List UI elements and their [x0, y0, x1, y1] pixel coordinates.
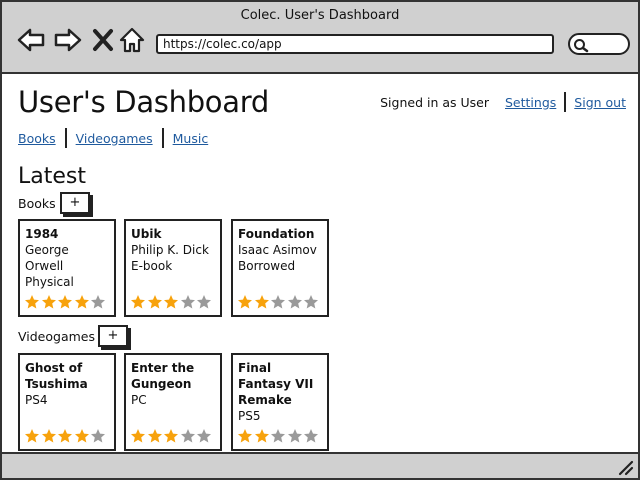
category-tabs: Books Videogames Music: [18, 128, 208, 148]
browser-search-field[interactable]: [568, 33, 630, 55]
star-rating: [24, 294, 107, 310]
star-empty-icon: [91, 295, 105, 309]
books-section-label: Books: [18, 196, 56, 211]
browser-window: Colec. User's Dashboard https://colec.co…: [0, 0, 640, 480]
star-empty-icon: [271, 295, 285, 309]
sign-out-link[interactable]: Sign out: [574, 95, 626, 110]
star-rating: [130, 294, 213, 310]
divider: [64, 128, 67, 148]
signed-in-label: Signed in as User: [380, 94, 489, 110]
star-filled-icon: [58, 295, 72, 309]
url-bar[interactable]: https://colec.co/app: [156, 34, 554, 54]
videogame-card[interactable]: Final Fantasy VII Remake PS5: [231, 353, 329, 451]
add-videogame-button[interactable]: +: [98, 325, 128, 347]
star-empty-icon: [197, 429, 211, 443]
page-title: User's Dashboard: [18, 85, 269, 119]
back-icon[interactable]: [16, 26, 46, 54]
star-filled-icon: [238, 429, 252, 443]
star-filled-icon: [164, 295, 178, 309]
latest-heading: Latest: [18, 164, 86, 189]
star-filled-icon: [25, 429, 39, 443]
card-title: Ubik: [131, 227, 162, 241]
star-rating: [237, 294, 320, 310]
stop-icon[interactable]: [90, 26, 116, 54]
star-rating: [24, 428, 107, 444]
card-platform: PS4: [25, 393, 48, 407]
star-filled-icon: [74, 295, 89, 309]
divider: [161, 128, 164, 148]
add-book-button[interactable]: +: [60, 192, 90, 214]
card-platform: PS5: [238, 409, 261, 423]
browser-toolbar: Colec. User's Dashboard https://colec.co…: [2, 2, 638, 74]
star-filled-icon: [254, 429, 269, 443]
card-title: Enter the Gungeon: [131, 361, 195, 391]
resize-handle-icon[interactable]: [616, 458, 634, 476]
star-empty-icon: [304, 295, 318, 309]
book-card[interactable]: Ubik Philip K. Dick E-book: [124, 219, 222, 317]
star-filled-icon: [25, 295, 39, 309]
star-filled-icon: [58, 429, 72, 443]
star-filled-icon: [41, 295, 56, 309]
star-empty-icon: [287, 429, 302, 443]
star-rating: [237, 428, 320, 444]
card-format: E-book: [131, 259, 173, 273]
star-empty-icon: [271, 429, 285, 443]
star-empty-icon: [180, 295, 195, 309]
settings-link[interactable]: Settings: [505, 95, 556, 110]
tab-videogames[interactable]: Videogames: [76, 131, 153, 146]
card-title: Ghost of Tsushima: [25, 361, 88, 391]
card-format: Borrowed: [238, 259, 296, 273]
star-filled-icon: [131, 295, 145, 309]
status-bar: [2, 452, 638, 478]
star-filled-icon: [254, 295, 269, 309]
star-empty-icon: [91, 429, 105, 443]
star-filled-icon: [147, 429, 162, 443]
star-empty-icon: [197, 295, 211, 309]
tab-music[interactable]: Music: [173, 131, 209, 146]
card-author: George Orwell: [25, 243, 69, 273]
card-format: Physical: [25, 275, 74, 289]
account-bar: Signed in as User Settings Sign out: [380, 92, 626, 112]
forward-icon[interactable]: [53, 26, 83, 54]
card-author: Philip K. Dick: [131, 243, 209, 257]
window-title: Colec. User's Dashboard: [240, 8, 400, 23]
star-rating: [130, 428, 213, 444]
card-title: Foundation: [238, 227, 315, 241]
star-filled-icon: [131, 429, 145, 443]
book-card[interactable]: 1984 George Orwell Physical: [18, 219, 116, 317]
star-filled-icon: [74, 429, 89, 443]
videogame-card[interactable]: Ghost of Tsushima PS4: [18, 353, 116, 451]
book-card[interactable]: Foundation Isaac Asimov Borrowed: [231, 219, 329, 317]
videogames-section-label: Videogames: [18, 329, 95, 344]
card-title: 1984: [25, 227, 59, 241]
divider: [564, 92, 567, 112]
star-filled-icon: [164, 429, 178, 443]
tab-books[interactable]: Books: [18, 131, 56, 146]
videogame-card[interactable]: Enter the Gungeon PC: [124, 353, 222, 451]
star-empty-icon: [287, 295, 302, 309]
star-empty-icon: [304, 429, 318, 443]
star-filled-icon: [41, 429, 56, 443]
card-title: Final Fantasy VII Remake: [238, 361, 314, 407]
search-icon: [574, 39, 589, 53]
star-filled-icon: [238, 295, 252, 309]
star-filled-icon: [147, 295, 162, 309]
card-author: Isaac Asimov: [238, 243, 317, 257]
home-icon[interactable]: [118, 26, 146, 54]
star-empty-icon: [180, 429, 195, 443]
card-platform: PC: [131, 393, 147, 407]
page-content: User's Dashboard Signed in as User Setti…: [2, 74, 638, 452]
